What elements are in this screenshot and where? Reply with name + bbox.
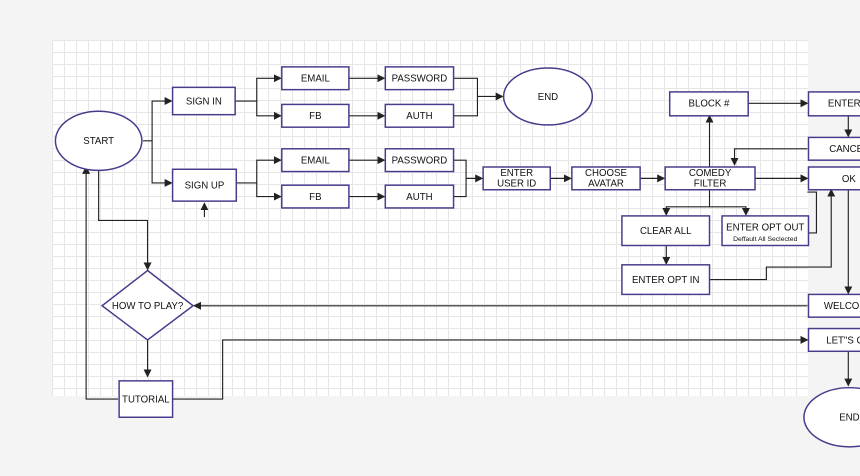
edge-signup-fb — [256, 182, 282, 201]
node-enter-opt-in-label: ENTER OPT IN — [632, 275, 699, 286]
edge-filter-optout — [709, 206, 750, 216]
node-comedy-filter: COMEDY FILTER — [664, 166, 756, 191]
node-enter-opt-out: ENTER OPT OUT Deffault All Seclected — [721, 215, 810, 247]
edge-auth-end — [453, 96, 479, 117]
node-enter-num-label: ENTER # — [828, 99, 860, 110]
node-cancel: CANCEL — [807, 136, 860, 161]
node-ok: OK — [807, 166, 860, 191]
node-block: BLOCK # — [668, 91, 749, 117]
node-welcome-label: WELCOME — [824, 301, 860, 312]
node-enter-num: ENTER # — [807, 91, 860, 117]
node-end-bottom-label: END — [839, 413, 859, 424]
node-choose-avatar: CHOOSE AVATAR — [571, 166, 641, 191]
node-sign-up-label: SIGN UP — [185, 181, 225, 192]
node-clear-all: CLEAR ALL — [621, 215, 711, 247]
node-enter-user-id: ENTER USER ID — [482, 166, 551, 191]
node-start: START — [54, 110, 143, 172]
edge-start-signin — [143, 97, 173, 142]
edge-cancel-filter — [730, 148, 808, 166]
node-auth-up: AUTH — [384, 184, 455, 209]
node-fb-in: FB — [281, 103, 350, 128]
node-lets-go-label: LET"S GO — [826, 335, 860, 346]
node-how-to-play-label: HOW TO PLAY? — [112, 301, 184, 312]
node-enter-opt-out-note: Deffault All Seclected — [733, 236, 797, 243]
node-end-top: END — [502, 67, 594, 126]
node-end-bottom: END — [803, 386, 860, 448]
node-tutorial-label: TUTORIAL — [122, 394, 170, 405]
node-start-label: START — [83, 136, 114, 147]
node-fb-up-label: FB — [309, 192, 321, 203]
node-sign-in: SIGN IN — [171, 86, 236, 116]
edge-start-howto — [98, 169, 152, 271]
edge-start-signup — [151, 140, 173, 187]
edge-tutorial-start — [82, 165, 118, 400]
edge-tutorial-letsgo — [171, 335, 809, 400]
edge-signup-email — [236, 156, 282, 184]
edge-password-end — [453, 77, 504, 101]
edge-signin-email — [235, 74, 282, 102]
flowchart-canvas: START SIGN IN SIGN UP EMAIL PASSWORD FB … — [52, 40, 860, 448]
node-password-in: PASSWORD — [384, 66, 455, 91]
edge-password-userid — [453, 159, 484, 183]
node-auth-in: AUTH — [384, 103, 455, 128]
edge-auth-userid — [453, 178, 467, 198]
node-enter-opt-in: ENTER OPT IN — [621, 264, 711, 296]
node-auth-in-label: AUTH — [406, 111, 432, 122]
node-enter-opt-out-label: ENTER OPT OUT — [726, 223, 804, 234]
node-ok-label: OK — [842, 174, 857, 185]
node-email-in: EMAIL — [281, 66, 350, 91]
node-enter-user-id-label-2: USER ID — [497, 178, 536, 189]
node-lets-go: LET"S GO — [807, 327, 860, 353]
node-email-up-label: EMAIL — [301, 156, 331, 167]
node-auth-up-label: AUTH — [406, 192, 432, 203]
node-email-in-label: EMAIL — [301, 74, 331, 85]
node-password-in-label: PASSWORD — [392, 74, 448, 85]
node-comedy-filter-label-2: FILTER — [694, 178, 727, 189]
flowchart-svg: START SIGN IN SIGN UP EMAIL PASSWORD FB … — [54, 66, 860, 448]
node-tutorial: TUTORIAL — [118, 380, 174, 418]
node-cancel-label: CANCEL — [829, 144, 860, 155]
edge-signin-fb — [256, 101, 282, 120]
node-block-label: BLOCK # — [689, 99, 730, 110]
node-fb-in-label: FB — [309, 111, 321, 122]
node-password-up-label: PASSWORD — [392, 156, 448, 167]
node-sign-in-label: SIGN IN — [186, 96, 222, 107]
node-sign-up: SIGN UP — [171, 168, 238, 202]
node-how-to-play: HOW TO PLAY? — [100, 269, 195, 341]
node-end-top-label: END — [538, 92, 558, 103]
node-choose-avatar-label-2: AVATAR — [588, 178, 624, 189]
node-clear-all-label: CLEAR ALL — [640, 226, 692, 237]
node-welcome: WELCOME — [807, 293, 860, 318]
edge-filter-clearall — [662, 189, 711, 216]
node-email-up: EMAIL — [281, 148, 350, 173]
node-password-up: PASSWORD — [384, 148, 455, 173]
node-fb-up: FB — [281, 184, 350, 209]
